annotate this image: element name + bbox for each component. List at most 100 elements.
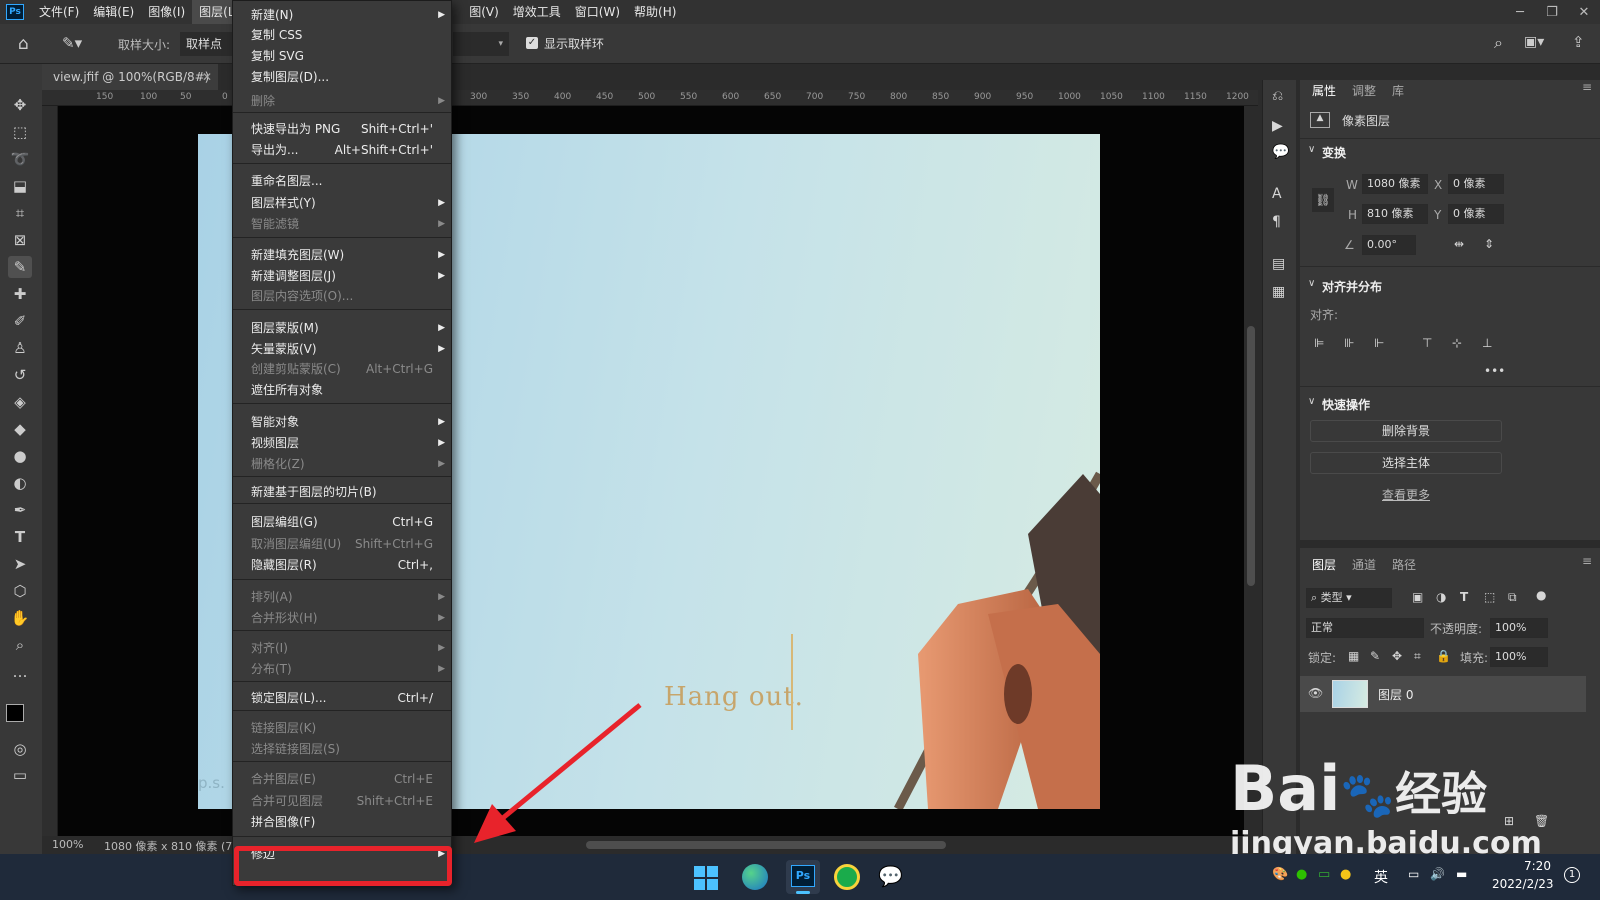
lock-artboard-icon[interactable]: ⌗ <box>1414 649 1421 664</box>
more-tools-icon[interactable]: … <box>8 661 32 683</box>
flip-vertical-icon[interactable]: ⇕ <box>1484 237 1494 251</box>
layer-menu-item[interactable]: 重命名图层... <box>233 171 451 191</box>
input-language[interactable]: 英 <box>1374 867 1388 887</box>
layer-menu-item[interactable]: 拼合图像(F) <box>233 812 451 832</box>
link-dimensions-icon[interactable]: ⛓ <box>1312 188 1334 212</box>
edge-browser-icon[interactable] <box>742 864 768 890</box>
tab-channels[interactable]: 通道 <box>1352 556 1376 573</box>
see-more-link[interactable]: 查看更多 <box>1382 486 1430 503</box>
menu-view[interactable]: 图(V) <box>462 0 506 24</box>
sample-select-chevron-icon[interactable]: ▾ <box>453 32 509 56</box>
flip-horizontal-icon[interactable]: ⇹ <box>1454 237 1464 251</box>
remove-background-button[interactable]: 删除背景 <box>1310 420 1502 442</box>
layer-menu-item[interactable]: 图层编组(G) Ctrl+G <box>233 512 451 532</box>
filter-smart-object-icon[interactable]: ⧉ <box>1508 590 1517 605</box>
filter-toggle-icon[interactable]: ● <box>1536 588 1546 602</box>
chevron-down-icon[interactable]: ∨ <box>1308 278 1315 289</box>
filter-adjustment-icon[interactable]: ◑ <box>1436 590 1446 604</box>
layer-menu-item[interactable]: 复制 CSS <box>233 25 451 45</box>
opacity-field[interactable]: 100% <box>1490 618 1548 638</box>
show-ring-checkbox[interactable]: ✓ <box>526 37 538 49</box>
type-tool-icon[interactable]: T <box>8 526 32 548</box>
hand-tool-icon[interactable]: ✋ <box>8 607 32 629</box>
tray-app-icon[interactable]: 🎨 <box>1272 867 1288 882</box>
shape-tool-icon[interactable]: ⬡ <box>8 580 32 602</box>
panel-menu-icon[interactable]: ≡ <box>1582 554 1592 568</box>
tab-paths[interactable]: 路径 <box>1392 556 1416 573</box>
volume-icon[interactable]: 🔊 <box>1430 867 1445 881</box>
chevron-down-icon[interactable]: ∨ <box>1308 144 1315 155</box>
zoom-tool-icon[interactable]: ⌕ <box>8 634 32 656</box>
history-brush-tool-icon[interactable]: ↺ <box>8 364 32 386</box>
blur-tool-icon[interactable]: ● <box>8 445 32 467</box>
layer-menu-item[interactable]: 矢量蒙版(V) ▶ <box>233 339 451 359</box>
menu-window[interactable]: 窗口(W) <box>568 0 627 24</box>
menu-image[interactable]: 图像(I) <box>141 0 192 24</box>
tab-close-icon[interactable]: ✕ <box>202 64 212 90</box>
lasso-tool-icon[interactable]: ➰ <box>8 148 32 170</box>
zoom-level[interactable]: 100% <box>52 838 83 851</box>
angle-field[interactable]: 0.00° <box>1362 235 1416 255</box>
layer-menu-item[interactable]: 遮住所有对象 <box>233 380 451 400</box>
width-field[interactable]: 1080 像素 <box>1362 174 1428 194</box>
tray-battery-icon[interactable]: ▭ <box>1318 867 1330 882</box>
more-options-icon[interactable]: ••• <box>1484 364 1505 378</box>
tray-wechat-icon[interactable]: ● <box>1296 867 1307 882</box>
eyedropper-tool-icon[interactable]: ✎ <box>8 256 32 278</box>
tab-properties[interactable]: 属性 <box>1312 82 1336 99</box>
align-right-icon[interactable]: ⊩ <box>1374 336 1384 350</box>
blend-mode-select[interactable]: 正常 <box>1306 618 1424 638</box>
lock-transparency-icon[interactable]: ▦ <box>1348 649 1359 663</box>
menu-help[interactable]: 帮助(H) <box>627 0 683 24</box>
layer-menu-item[interactable]: 智能对象 ▶ <box>233 412 451 432</box>
notification-badge[interactable]: 1 <box>1564 867 1580 883</box>
paint-bucket-tool-icon[interactable]: ◆ <box>8 418 32 440</box>
layer-row[interactable]: 👁 图层 0 <box>1300 676 1586 712</box>
battery-icon[interactable]: ▬ <box>1456 867 1467 881</box>
quick-mask-icon[interactable]: ◎ <box>8 738 32 760</box>
layer-menu-item[interactable]: 图层样式(Y) ▶ <box>233 193 451 213</box>
history-panel-icon[interactable]: ⎌ <box>1272 88 1283 104</box>
screen-mode-icon[interactable]: ▭ <box>8 764 32 786</box>
vertical-scrollbar[interactable] <box>1244 106 1258 836</box>
lock-pixels-icon[interactable]: ✎ <box>1370 649 1380 663</box>
layer-menu-item[interactable]: 新建填充图层(W) ▶ <box>233 245 451 265</box>
move-tool-icon[interactable]: ✥ <box>8 94 32 116</box>
layer-menu-item[interactable]: 新建调整图层(J) ▶ <box>233 266 451 286</box>
qq-browser-icon[interactable] <box>834 864 860 890</box>
paragraph-panel-icon[interactable]: ¶ <box>1272 214 1281 230</box>
healing-brush-tool-icon[interactable]: ✚ <box>8 283 32 305</box>
height-field[interactable]: 810 像素 <box>1362 204 1428 224</box>
layer-menu-item[interactable]: 复制图层(D)... <box>233 67 451 87</box>
character-panel-icon[interactable]: A <box>1272 186 1282 202</box>
align-hcenter-icon[interactable]: ⊪ <box>1344 336 1354 350</box>
document-tab[interactable]: view.jfif @ 100%(RGB/8#) ✕ <box>42 64 218 90</box>
layer-name[interactable]: 图层 0 <box>1378 686 1413 703</box>
comments-panel-icon[interactable]: 💬 <box>1272 144 1289 160</box>
align-vcenter-icon[interactable]: ⊹ <box>1452 336 1462 350</box>
layer-menu-item[interactable]: 隐藏图层(R) Ctrl+, <box>233 555 451 575</box>
tab-adjustments[interactable]: 调整 <box>1352 82 1376 99</box>
marquee-tool-icon[interactable]: ⬚ <box>8 121 32 143</box>
dodge-tool-icon[interactable]: ◐ <box>8 472 32 494</box>
stamp-tool-icon[interactable]: ♙ <box>8 337 32 359</box>
tab-layers[interactable]: 图层 <box>1312 556 1336 573</box>
eraser-tool-icon[interactable]: ◈ <box>8 391 32 413</box>
taskbar-active-app[interactable]: Ps <box>786 860 820 894</box>
notes-panel-icon[interactable]: ▦ <box>1272 284 1285 300</box>
windows-start-icon[interactable] <box>694 866 718 890</box>
path-select-tool-icon[interactable]: ➤ <box>8 553 32 575</box>
layer-menu-item[interactable]: 锁定图层(L)... Ctrl+/ <box>233 688 451 708</box>
frame-tool-icon[interactable]: ⊠ <box>8 229 32 251</box>
minimize-icon[interactable]: ─ <box>1504 5 1536 20</box>
home-icon[interactable]: ⌂ <box>18 34 29 54</box>
select-subject-button[interactable]: 选择主体 <box>1310 452 1502 474</box>
layer-filter-select[interactable]: ⌕ 类型 ▾ <box>1306 588 1392 608</box>
fill-field[interactable]: 100% <box>1490 647 1548 667</box>
y-field[interactable]: 0 像素 <box>1448 204 1504 224</box>
share-icon[interactable]: ⇪ <box>1572 33 1585 51</box>
filter-shape-icon[interactable]: ⬚ <box>1484 590 1495 604</box>
layer-menu-item[interactable]: 复制 SVG <box>233 46 451 66</box>
lock-all-icon[interactable]: 🔒 <box>1436 649 1451 663</box>
clock-time[interactable]: 7:20 <box>1524 859 1551 873</box>
